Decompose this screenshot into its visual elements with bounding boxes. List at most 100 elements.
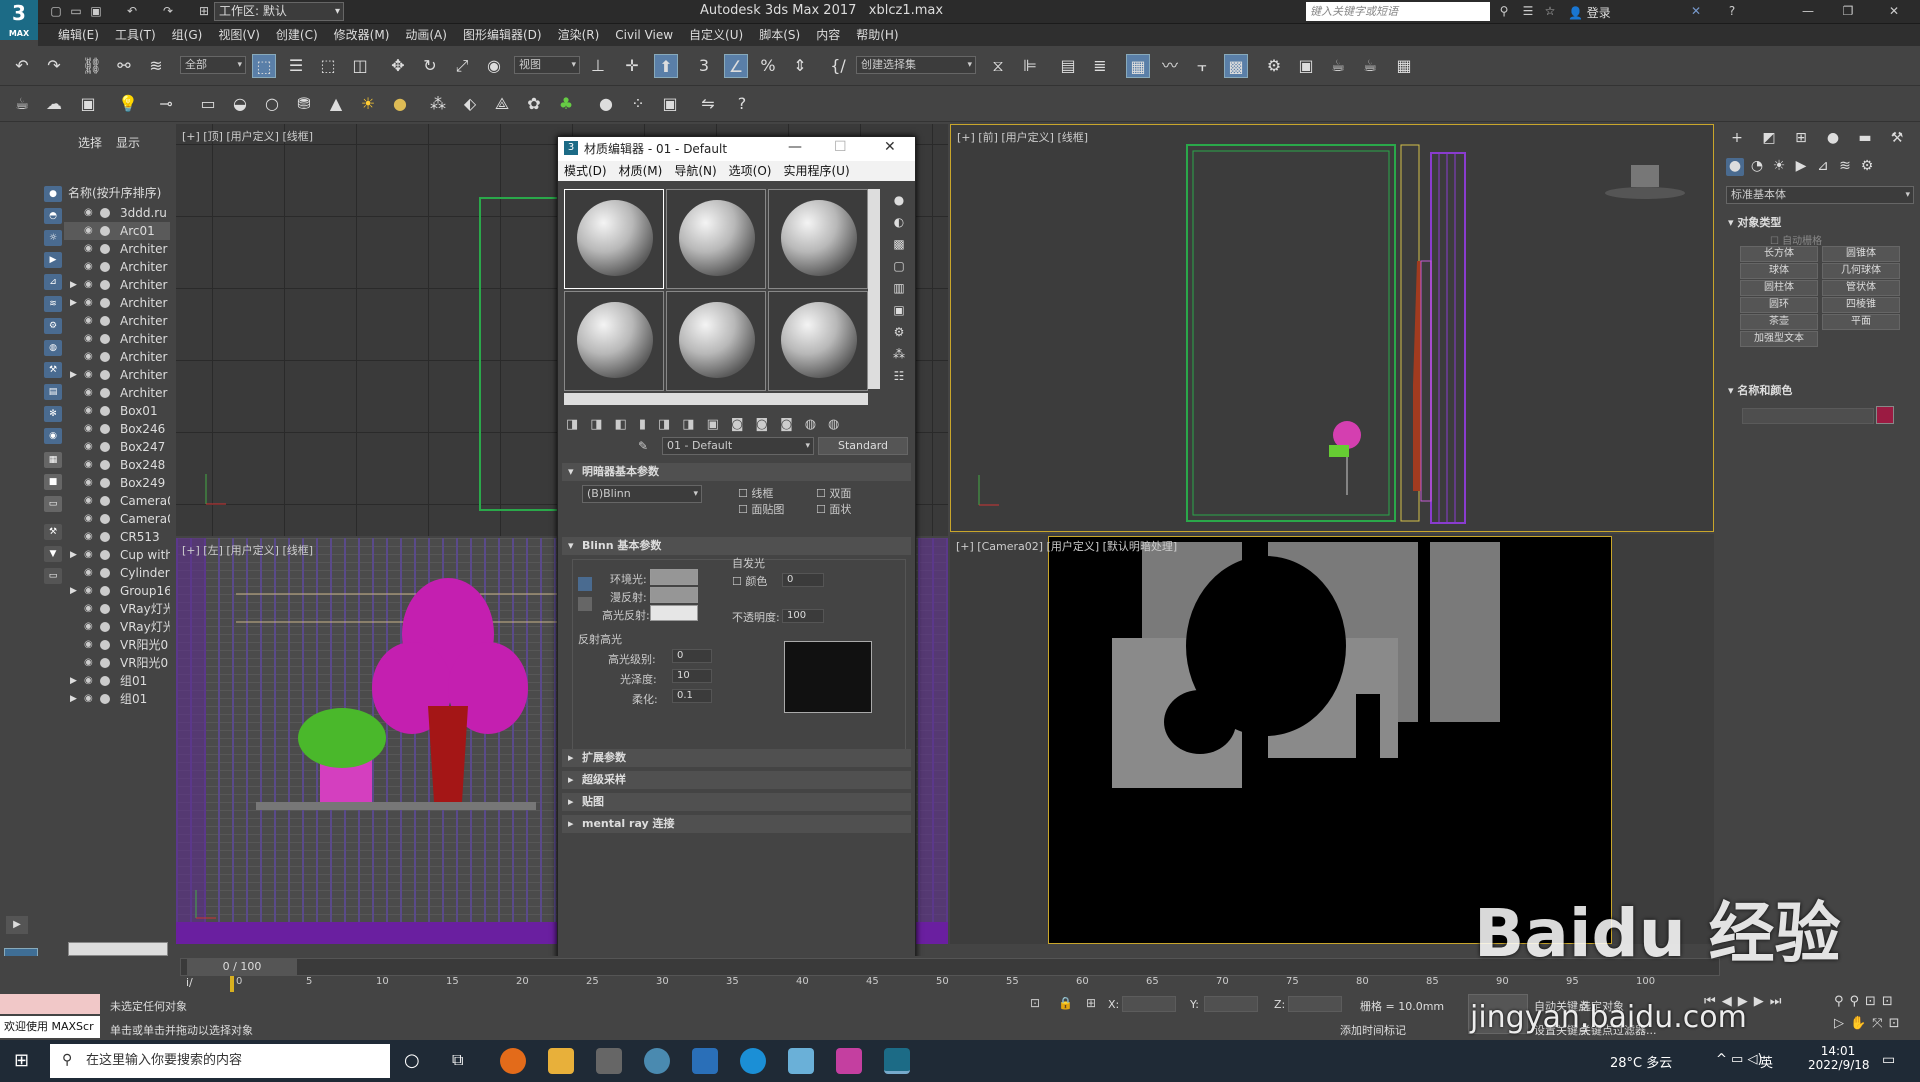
- isolate-icon[interactable]: ⊡: [1030, 996, 1040, 1010]
- material-toolbar[interactable]: ◨◨◧▮◨◨▣◙◙◙◍◍: [566, 417, 851, 432]
- create-object-button[interactable]: 圆环: [1740, 297, 1818, 313]
- scene-row[interactable]: ▶ ◉ 组01: [64, 690, 170, 708]
- menu-material[interactable]: 材质(M): [613, 164, 669, 178]
- opacity-value[interactable]: 100: [782, 609, 824, 623]
- file-explorer-icon[interactable]: [548, 1048, 574, 1074]
- strip-filter-icon[interactable]: ▼: [44, 546, 62, 562]
- hierarchy-tab-icon[interactable]: ⊞: [1792, 130, 1810, 148]
- undo-icon[interactable]: ↶: [10, 54, 34, 78]
- window-crossing-icon[interactable]: ◫: [348, 54, 372, 78]
- strip-folder-icon[interactable]: ▭: [44, 568, 62, 584]
- spec-level-value[interactable]: 0: [672, 649, 712, 663]
- viewport-front[interactable]: [+] [前] [用户定义] [线框]: [950, 124, 1714, 532]
- workspace-dropdown[interactable]: 工作区: 默认: [214, 2, 344, 21]
- visibility-eye-icon[interactable]: ◉: [84, 402, 93, 420]
- unlink-icon[interactable]: ⚯: [112, 54, 136, 78]
- scene-row[interactable]: ◉ Box249: [64, 474, 170, 492]
- open-file-icon[interactable]: ▭: [68, 3, 84, 19]
- vfb-icon[interactable]: ▣: [658, 92, 682, 116]
- object-name-input[interactable]: [1742, 408, 1874, 424]
- rollout-mental-ray[interactable]: mental ray 连接: [562, 815, 911, 833]
- menu-navigation[interactable]: 导航(N): [668, 164, 722, 178]
- visibility-eye-icon[interactable]: ◉: [84, 204, 93, 222]
- strip-shapes-icon[interactable]: ◓: [44, 208, 62, 224]
- app-icon-5[interactable]: [836, 1048, 862, 1074]
- object-category-dropdown[interactable]: 标准基本体: [1726, 186, 1914, 204]
- color-balls-icon[interactable]: ⁘: [626, 92, 650, 116]
- tray-icons[interactable]: ^ ▭ ◁): [1716, 1052, 1763, 1067]
- sample-slot[interactable]: [768, 291, 868, 391]
- menu-options[interactable]: 选项(O): [723, 164, 778, 178]
- place-icon[interactable]: ◉: [482, 54, 506, 78]
- visibility-eye-icon[interactable]: ◉: [84, 618, 93, 636]
- firefox-icon[interactable]: [500, 1048, 526, 1074]
- sample-slot[interactable]: [666, 189, 766, 289]
- shader-dropdown[interactable]: (B)Blinn: [582, 485, 702, 503]
- visibility-eye-icon[interactable]: ◉: [84, 564, 93, 582]
- vray-help-icon[interactable]: ?: [730, 92, 754, 116]
- scene-row[interactable]: ◉ Architer: [64, 330, 170, 348]
- mirror-icon[interactable]: ⧖: [986, 54, 1010, 78]
- vray-light-icon[interactable]: ⊸: [154, 92, 178, 116]
- select-by-name-icon[interactable]: ☰: [284, 54, 308, 78]
- create-object-button[interactable]: 平面: [1822, 314, 1900, 330]
- exchange-icon[interactable]: ✕: [1688, 3, 1704, 19]
- create-object-button[interactable]: 圆锥体: [1822, 246, 1900, 262]
- sun-icon[interactable]: ☀: [356, 92, 380, 116]
- weather[interactable]: 28°C 多云: [1610, 1052, 1672, 1071]
- scene-row[interactable]: ◉ VRay灯光: [64, 600, 170, 618]
- menu-content[interactable]: 内容: [808, 24, 848, 46]
- scene-row[interactable]: ◉ Architer: [64, 240, 170, 258]
- video-color-icon[interactable]: ▥: [888, 277, 910, 299]
- material-editor-icon[interactable]: ▩: [1224, 54, 1248, 78]
- sample-slot[interactable]: [564, 189, 664, 289]
- add-time-tag[interactable]: 添加时间标记: [1340, 1022, 1406, 1038]
- scene-row[interactable]: ▶ ◉ Architer: [64, 294, 170, 312]
- scene-row[interactable]: ▶ ◉ Cup with: [64, 546, 170, 564]
- ambient-light-icon[interactable]: ●: [388, 92, 412, 116]
- create-tab-icon[interactable]: +: [1728, 130, 1746, 148]
- z-coord-input[interactable]: [1288, 996, 1342, 1012]
- project-icon[interactable]: ⊞: [196, 3, 212, 19]
- visibility-eye-icon[interactable]: ◉: [84, 276, 93, 294]
- self-illum-color-checkbox[interactable]: ☐ 颜色: [732, 573, 767, 589]
- menu-customize[interactable]: 自定义(U): [681, 24, 751, 46]
- frame-buffer-icon[interactable]: ▣: [76, 92, 100, 116]
- curve-editor-icon[interactable]: 〰: [1158, 54, 1182, 78]
- menu-group[interactable]: 组(G): [164, 24, 211, 46]
- visibility-eye-icon[interactable]: ◉: [84, 492, 93, 510]
- scene-row[interactable]: ◉ CR513: [64, 528, 170, 546]
- maxscript-mini[interactable]: 欢迎使用 MAXScr: [0, 1016, 100, 1038]
- select-object-icon[interactable]: ⬚: [252, 54, 276, 78]
- scene-row[interactable]: ◉ VR阳光0: [64, 654, 170, 672]
- absolute-mode-icon[interactable]: ⊞: [1086, 996, 1096, 1010]
- scene-converter-icon[interactable]: ⇋: [696, 92, 720, 116]
- background-icon[interactable]: ▩: [888, 233, 910, 255]
- strip-lights-icon[interactable]: ☼: [44, 230, 62, 246]
- visibility-eye-icon[interactable]: ◉: [84, 528, 93, 546]
- close-icon[interactable]: ✕: [884, 139, 896, 155]
- rotate-icon[interactable]: ↻: [418, 54, 442, 78]
- scene-explorer-icon[interactable]: ▤: [1056, 54, 1080, 78]
- mesh-light-icon[interactable]: ⛃: [292, 92, 316, 116]
- scene-row[interactable]: ▶ ◉ Architer: [64, 366, 170, 384]
- rollout-maps[interactable]: 贴图: [562, 793, 911, 811]
- viewport-top-label[interactable]: [+] [顶] [用户定义] [线框]: [182, 128, 313, 144]
- scene-row[interactable]: ◉ Architer: [64, 384, 170, 402]
- visibility-eye-icon[interactable]: ◉: [84, 222, 93, 240]
- scene-row[interactable]: ◉ Camera0: [64, 492, 170, 510]
- visibility-eye-icon[interactable]: ◉: [84, 456, 93, 474]
- shapes-icon[interactable]: ◔: [1748, 158, 1766, 176]
- new-file-icon[interactable]: ▢: [48, 3, 64, 19]
- scene-row[interactable]: ◉ Architer: [64, 258, 170, 276]
- visibility-eye-icon[interactable]: ◉: [84, 312, 93, 330]
- visibility-eye-icon[interactable]: ◉: [84, 600, 93, 618]
- visibility-eye-icon[interactable]: ◉: [84, 330, 93, 348]
- visibility-eye-icon[interactable]: ◉: [84, 672, 93, 690]
- display-tab-icon[interactable]: ▬: [1856, 130, 1874, 148]
- render-icon[interactable]: ☕: [1326, 54, 1350, 78]
- edit-named-sets-icon[interactable]: {/: [826, 54, 850, 78]
- expand-arrow-icon[interactable]: ▶: [70, 672, 77, 690]
- scene-row[interactable]: ◉ Box01: [64, 402, 170, 420]
- scene-row[interactable]: ◉ Box247: [64, 438, 170, 456]
